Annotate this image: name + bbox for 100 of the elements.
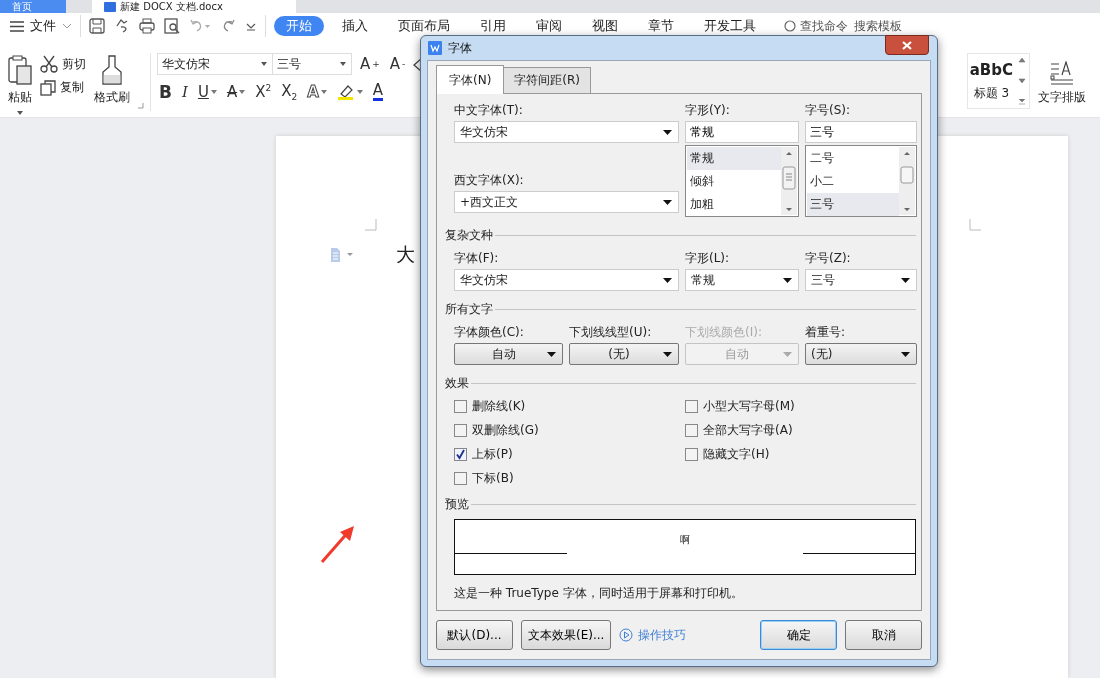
scissors-icon	[40, 55, 58, 73]
checkbox[interactable]	[685, 423, 698, 437]
checkbox[interactable]	[454, 471, 467, 485]
checkbox-option[interactable]: 下标(B)	[454, 470, 685, 486]
checkbox[interactable]	[685, 399, 698, 413]
text-layout-icon	[1050, 61, 1074, 85]
field-label: 字号(Z):	[805, 250, 852, 266]
italic-button[interactable]: I	[179, 83, 190, 101]
field-label: 字体颜色(C):	[454, 324, 525, 340]
checkbox-option[interactable]: 全部大写字母(A)	[685, 422, 916, 438]
ribbon-tab[interactable]: 章节	[636, 16, 686, 36]
section-title: 预览	[445, 496, 469, 513]
section-title: 复杂文种	[445, 227, 493, 244]
template-search-link[interactable]: 搜索模板	[854, 17, 902, 35]
caret-icon	[663, 277, 672, 283]
dialog-button[interactable]: 默认(D)...	[436, 620, 513, 650]
format-painter-button[interactable]: 格式刷	[92, 53, 132, 108]
dropdown-field[interactable]: 华文仿宋	[454, 121, 679, 143]
style-preview[interactable]: aBbC	[969, 60, 1013, 79]
command-search[interactable]: 查找命令	[784, 17, 848, 35]
list-option[interactable]: 小二	[807, 170, 899, 193]
ribbon-tab[interactable]: 开始	[274, 16, 324, 36]
font-name-field[interactable]: 华文仿宋	[157, 53, 273, 75]
print-icon[interactable]	[139, 18, 155, 34]
save-icon[interactable]	[89, 18, 105, 34]
caret-icon	[783, 277, 792, 283]
brush-icon	[101, 55, 123, 85]
document-tab[interactable]: 新建 DOCX 文档.docx	[92, 0, 296, 13]
dropdown-field[interactable]: 三号	[805, 269, 917, 291]
dropdown-field[interactable]: 自动	[454, 343, 563, 365]
undo-icon[interactable]	[189, 18, 211, 34]
close-button[interactable]	[885, 35, 929, 55]
list-option[interactable]: 常规	[687, 147, 781, 170]
dialog-button[interactable]: 取消	[845, 620, 922, 650]
field-label: 字体(F):	[454, 250, 500, 266]
text-field[interactable]: 常规	[685, 121, 799, 143]
text-effect-button[interactable]: A	[305, 83, 329, 101]
checked-checkbox[interactable]	[454, 447, 467, 461]
checkbox-option[interactable]: 小型大写字母(M)	[685, 398, 916, 414]
copy-icon	[40, 79, 56, 96]
list-option[interactable]: 加粗	[687, 193, 781, 216]
search-icon	[784, 20, 796, 32]
ok-button[interactable]: 确定	[760, 620, 837, 650]
app-logo-icon	[428, 41, 442, 55]
checkbox-option[interactable]: 双删除线(G)	[454, 422, 685, 438]
strikethrough-button[interactable]: A	[224, 83, 248, 101]
ribbon-tab[interactable]: 开发工具	[692, 16, 768, 36]
paste-button[interactable]: 粘贴	[6, 53, 34, 118]
script-button[interactable]: X$_{2}$	[279, 82, 300, 102]
caret-icon	[210, 90, 217, 94]
list-box[interactable]: 二号 小二 三号	[805, 145, 917, 217]
dialog-tab[interactable]: 字体(N)	[436, 65, 505, 94]
checkbox[interactable]	[685, 447, 698, 461]
list-option[interactable]: 倾斜	[687, 170, 781, 193]
field-label: 着重号:	[805, 324, 847, 340]
text-layout-button[interactable]: 文字排版	[1036, 53, 1088, 108]
dropdown-field[interactable]: (无)	[569, 343, 679, 365]
shrink-font-button[interactable]: A$^{-}$	[387, 55, 408, 73]
dropdown-icon[interactable]	[245, 21, 257, 31]
caret-icon	[901, 351, 910, 357]
checkbox-option[interactable]: 隐藏文字(H)	[685, 446, 916, 462]
field-label: 下划线颜色(I):	[685, 324, 763, 340]
list-option[interactable]: 三号	[807, 193, 899, 216]
dropdown-field[interactable]: +西文正文	[454, 191, 679, 213]
ribbon-tab[interactable]: 页面布局	[386, 16, 462, 36]
checkbox[interactable]	[454, 423, 467, 437]
file-menu[interactable]: 文件	[10, 17, 72, 35]
dropdown-field[interactable]: 华文仿宋	[454, 269, 679, 291]
cut-button[interactable]: 剪切	[40, 55, 86, 73]
style-gallery[interactable]: aBbC 标题 3	[966, 53, 1030, 109]
ribbon-tab[interactable]: 引用	[468, 16, 518, 36]
list-box[interactable]: 常规 倾斜 加粗	[685, 145, 799, 217]
tips-link[interactable]: 操作技巧	[619, 626, 687, 644]
list-option[interactable]: 二号	[807, 147, 899, 170]
field-label: 字形(Y):	[685, 102, 731, 118]
ribbon-tab[interactable]: 插入	[330, 16, 380, 36]
document-text: 大	[396, 242, 415, 267]
checkbox-option[interactable]: 上标(P)	[454, 446, 685, 462]
underline-button[interactable]: U	[195, 83, 219, 101]
script-button[interactable]: X$^{2}$	[253, 83, 274, 101]
font-color-button[interactable]: A	[370, 83, 386, 101]
chevron-icon	[62, 23, 72, 29]
dropdown-field[interactable]: (无)	[805, 343, 917, 365]
caret-icon	[901, 277, 910, 283]
checkbox-option[interactable]: 删除线(K)	[454, 398, 685, 414]
dropdown-field[interactable]: 常规	[685, 269, 799, 291]
copy-button[interactable]: 复制	[40, 79, 86, 96]
text-field[interactable]: 三号	[805, 121, 917, 143]
caret-icon	[260, 61, 268, 67]
checkbox[interactable]	[454, 399, 467, 413]
print-preview-icon[interactable]	[164, 18, 180, 34]
ribbon-tab[interactable]: 审阅	[524, 16, 574, 36]
bold-button[interactable]: B	[157, 82, 174, 102]
grow-font-button[interactable]: A$^{+}$	[358, 55, 382, 73]
font-size-field[interactable]: 三号	[272, 53, 352, 75]
caret-icon	[547, 351, 556, 357]
ribbon-tab[interactable]: 视图	[580, 16, 630, 36]
style-name[interactable]: 标题 3	[973, 84, 1010, 102]
dialog-tab[interactable]: 字符间距(R)	[503, 67, 592, 93]
dialog-button[interactable]: 文本效果(E)...	[521, 620, 612, 650]
